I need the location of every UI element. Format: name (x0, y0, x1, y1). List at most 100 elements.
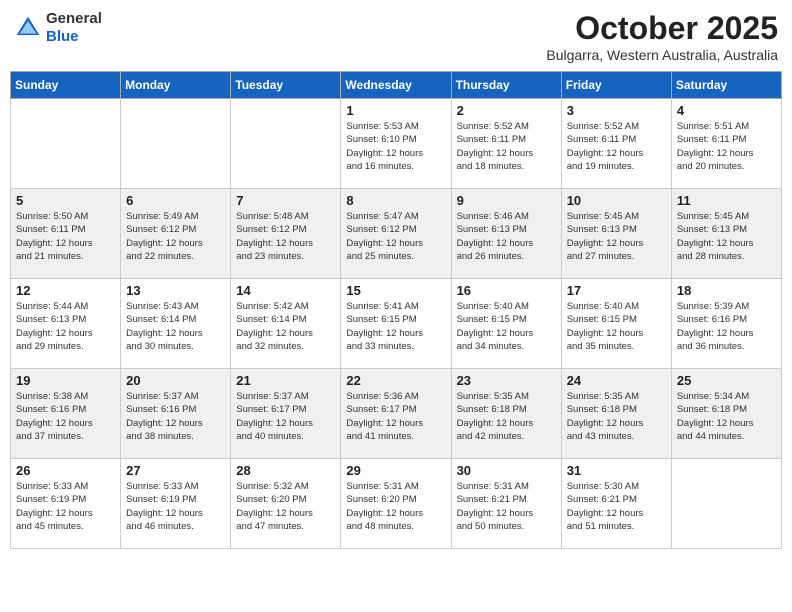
calendar-empty-cell (671, 459, 781, 549)
calendar-day-23: 23 Sunrise: 5:35 AM Sunset: 6:18 PM Dayli… (451, 369, 561, 459)
day-number: 5 (16, 193, 115, 208)
calendar-day-5: 5 Sunrise: 5:50 AM Sunset: 6:11 PM Daylig… (11, 189, 121, 279)
day-number: 3 (567, 103, 666, 118)
day-info: Sunrise: 5:51 AM Sunset: 6:11 PM Dayligh… (677, 120, 776, 173)
day-number: 19 (16, 373, 115, 388)
col-header-saturday: Saturday (671, 72, 781, 99)
day-number: 10 (567, 193, 666, 208)
day-info: Sunrise: 5:30 AM Sunset: 6:21 PM Dayligh… (567, 480, 666, 533)
calendar-week-row: 12Sunrise: 5:44 AM Sunset: 6:13 PM Dayli… (11, 279, 782, 369)
logo-icon (14, 14, 42, 42)
day-number: 18 (677, 283, 776, 298)
day-number: 20 (126, 373, 225, 388)
calendar-day-27: 27Sunrise: 5:33 AM Sunset: 6:19 PM Dayli… (121, 459, 231, 549)
day-info: Sunrise: 5:45 AM Sunset: 6:13 PM Dayligh… (677, 210, 776, 263)
calendar-day-6: 6Sunrise: 5:49 AM Sunset: 6:12 PM Daylig… (121, 189, 231, 279)
day-info: Sunrise: 5:52 AM Sunset: 6:11 PM Dayligh… (567, 120, 666, 173)
day-number: 1 (346, 103, 445, 118)
day-number: 17 (567, 283, 666, 298)
day-number: 30 (457, 463, 556, 478)
day-info: Sunrise: 5:48 AM Sunset: 6:12 PM Dayligh… (236, 210, 335, 263)
day-info: Sunrise: 5:47 AM Sunset: 6:12 PM Dayligh… (346, 210, 445, 263)
day-info: Sunrise: 5:31 AM Sunset: 6:21 PM Dayligh… (457, 480, 556, 533)
col-header-friday: Friday (561, 72, 671, 99)
location-title: Bulgarra, Western Australia, Australia (546, 47, 778, 63)
day-number: 26 (16, 463, 115, 478)
day-info: Sunrise: 5:41 AM Sunset: 6:15 PM Dayligh… (346, 300, 445, 353)
day-info: Sunrise: 5:35 AM Sunset: 6:18 PM Dayligh… (567, 390, 666, 443)
calendar-day-4: 4 Sunrise: 5:51 AM Sunset: 6:11 PM Daylig… (671, 99, 781, 189)
day-number: 31 (567, 463, 666, 478)
day-info: Sunrise: 5:50 AM Sunset: 6:11 PM Dayligh… (16, 210, 115, 263)
day-info: Sunrise: 5:36 AM Sunset: 6:17 PM Dayligh… (346, 390, 445, 443)
day-info: Sunrise: 5:33 AM Sunset: 6:19 PM Dayligh… (16, 480, 115, 533)
calendar-day-11: 11 Sunrise: 5:45 AM Sunset: 6:13 PM Dayli… (671, 189, 781, 279)
day-number: 29 (346, 463, 445, 478)
calendar-day-12: 12Sunrise: 5:44 AM Sunset: 6:13 PM Dayli… (11, 279, 121, 369)
col-header-sunday: Sunday (11, 72, 121, 99)
calendar-day-13: 13 Sunrise: 5:43 AM Sunset: 6:14 PM Dayli… (121, 279, 231, 369)
day-info: Sunrise: 5:33 AM Sunset: 6:19 PM Dayligh… (126, 480, 225, 533)
day-info: Sunrise: 5:43 AM Sunset: 6:14 PM Dayligh… (126, 300, 225, 353)
day-info: Sunrise: 5:53 AM Sunset: 6:10 PM Dayligh… (346, 120, 445, 173)
calendar-day-9: 9 Sunrise: 5:46 AM Sunset: 6:13 PM Daylig… (451, 189, 561, 279)
day-info: Sunrise: 5:40 AM Sunset: 6:15 PM Dayligh… (457, 300, 556, 353)
calendar-day-22: 22 Sunrise: 5:36 AM Sunset: 6:17 PM Dayli… (341, 369, 451, 459)
day-number: 28 (236, 463, 335, 478)
calendar-day-16: 16 Sunrise: 5:40 AM Sunset: 6:15 PM Dayli… (451, 279, 561, 369)
day-number: 22 (346, 373, 445, 388)
calendar-day-17: 17 Sunrise: 5:40 AM Sunset: 6:15 PM Dayli… (561, 279, 671, 369)
calendar-day-14: 14 Sunrise: 5:42 AM Sunset: 6:14 PM Dayli… (231, 279, 341, 369)
page-header: General Blue October 2025 Bulgarra, West… (10, 10, 782, 63)
day-info: Sunrise: 5:32 AM Sunset: 6:20 PM Dayligh… (236, 480, 335, 533)
day-number: 4 (677, 103, 776, 118)
day-info: Sunrise: 5:35 AM Sunset: 6:18 PM Dayligh… (457, 390, 556, 443)
calendar-day-1: 1 Sunrise: 5:53 AM Sunset: 6:10 PM Daylig… (341, 99, 451, 189)
day-info: Sunrise: 5:46 AM Sunset: 6:13 PM Dayligh… (457, 210, 556, 263)
calendar-week-row: 5 Sunrise: 5:50 AM Sunset: 6:11 PM Daylig… (11, 189, 782, 279)
day-number: 9 (457, 193, 556, 208)
day-info: Sunrise: 5:52 AM Sunset: 6:11 PM Dayligh… (457, 120, 556, 173)
calendar-day-26: 26 Sunrise: 5:33 AM Sunset: 6:19 PM Dayli… (11, 459, 121, 549)
day-info: Sunrise: 5:40 AM Sunset: 6:15 PM Dayligh… (567, 300, 666, 353)
day-info: Sunrise: 5:34 AM Sunset: 6:18 PM Dayligh… (677, 390, 776, 443)
calendar-day-20: 20 Sunrise: 5:37 AM Sunset: 6:16 PM Dayli… (121, 369, 231, 459)
calendar-day-3: 3 Sunrise: 5:52 AM Sunset: 6:11 PM Daylig… (561, 99, 671, 189)
calendar-day-31: 31 Sunrise: 5:30 AM Sunset: 6:21 PM Dayli… (561, 459, 671, 549)
logo-text: General Blue (46, 10, 102, 46)
day-number: 14 (236, 283, 335, 298)
day-number: 12 (16, 283, 115, 298)
day-number: 11 (677, 193, 776, 208)
calendar-day-19: 19 Sunrise: 5:38 AM Sunset: 6:16 PM Dayli… (11, 369, 121, 459)
day-number: 15 (346, 283, 445, 298)
calendar-empty-cell (231, 99, 341, 189)
day-info: Sunrise: 5:42 AM Sunset: 6:14 PM Dayligh… (236, 300, 335, 353)
month-title: October 2025 (546, 10, 778, 47)
day-info: Sunrise: 5:38 AM Sunset: 6:16 PM Dayligh… (16, 390, 115, 443)
calendar-empty-cell (11, 99, 121, 189)
calendar-week-row: 19 Sunrise: 5:38 AM Sunset: 6:16 PM Dayli… (11, 369, 782, 459)
calendar-day-30: 30 Sunrise: 5:31 AM Sunset: 6:21 PM Dayli… (451, 459, 561, 549)
day-info: Sunrise: 5:37 AM Sunset: 6:16 PM Dayligh… (126, 390, 225, 443)
col-header-monday: Monday (121, 72, 231, 99)
col-header-wednesday: Wednesday (341, 72, 451, 99)
day-info: Sunrise: 5:31 AM Sunset: 6:20 PM Dayligh… (346, 480, 445, 533)
day-number: 8 (346, 193, 445, 208)
calendar-empty-cell (121, 99, 231, 189)
calendar-day-28: 28 Sunrise: 5:32 AM Sunset: 6:20 PM Dayli… (231, 459, 341, 549)
calendar-header-row: SundayMondayTuesdayWednesdayThursdayFrid… (11, 72, 782, 99)
col-header-thursday: Thursday (451, 72, 561, 99)
day-number: 23 (457, 373, 556, 388)
day-number: 13 (126, 283, 225, 298)
day-info: Sunrise: 5:49 AM Sunset: 6:12 PM Dayligh… (126, 210, 225, 263)
title-block: October 2025 Bulgarra, Western Australia… (546, 10, 778, 63)
day-number: 16 (457, 283, 556, 298)
calendar-day-21: 21Sunrise: 5:37 AM Sunset: 6:17 PM Dayli… (231, 369, 341, 459)
calendar-day-24: 24 Sunrise: 5:35 AM Sunset: 6:18 PM Dayli… (561, 369, 671, 459)
day-number: 25 (677, 373, 776, 388)
day-number: 7 (236, 193, 335, 208)
calendar-day-2: 2Sunrise: 5:52 AM Sunset: 6:11 PM Daylig… (451, 99, 561, 189)
calendar-week-row: 26 Sunrise: 5:33 AM Sunset: 6:19 PM Dayli… (11, 459, 782, 549)
day-number: 24 (567, 373, 666, 388)
calendar-week-row: 1 Sunrise: 5:53 AM Sunset: 6:10 PM Daylig… (11, 99, 782, 189)
